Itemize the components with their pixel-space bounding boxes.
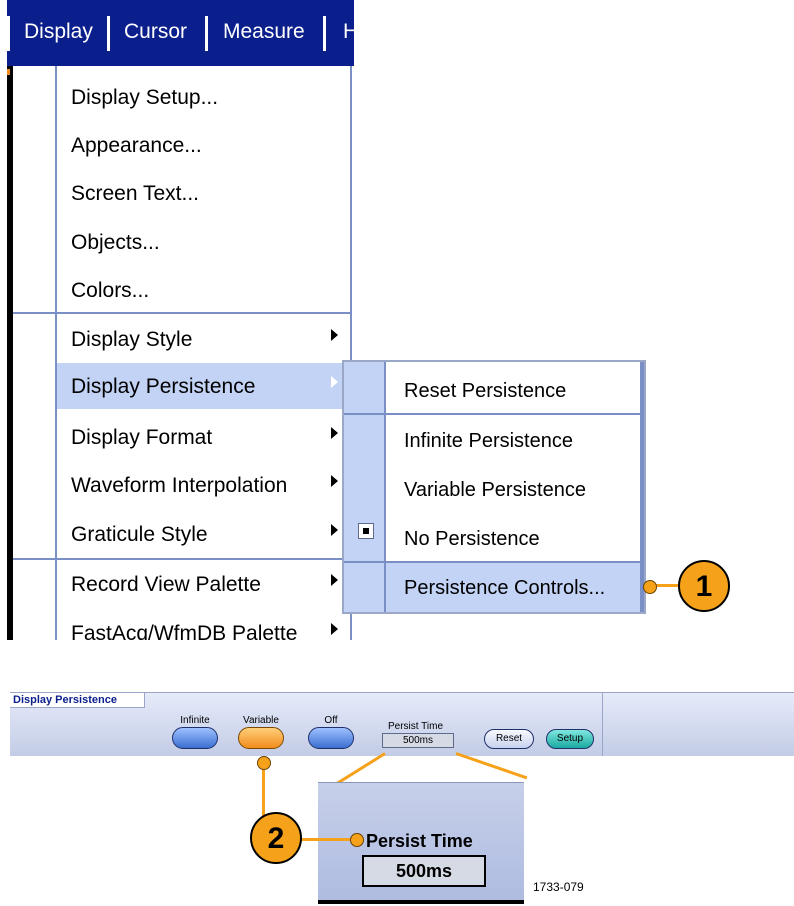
submenu-item-reset-persistence[interactable]: Reset Persistence xyxy=(344,366,644,415)
persistence-submenu: Reset Persistence Infinite Persistence V… xyxy=(342,360,646,614)
menu-item-appearance[interactable]: Appearance... xyxy=(57,122,350,168)
menu-item-display-format[interactable]: Display Format xyxy=(57,414,350,460)
menu-item-display-setup[interactable]: Display Setup... xyxy=(57,74,350,120)
menu-item-label: Display Setup... xyxy=(71,86,219,109)
reset-button[interactable]: Reset xyxy=(484,729,534,749)
submenu-arrow-icon xyxy=(331,329,338,341)
submenu-item-label: Infinite Persistence xyxy=(404,430,573,452)
variable-label: Variable xyxy=(243,715,279,726)
figure-number: 1733-079 xyxy=(533,880,584,894)
menu-bar: Display Cursor Measure H xyxy=(7,0,354,66)
callout-leader xyxy=(300,838,356,841)
menu-item-objects[interactable]: Objects... xyxy=(57,219,350,265)
off-button[interactable] xyxy=(308,727,354,749)
callout-dot xyxy=(257,756,271,770)
persist-time-label: Persist Time xyxy=(388,721,444,732)
checked-square-icon xyxy=(358,523,374,539)
submenu-item-infinite-persistence[interactable]: Infinite Persistence xyxy=(344,416,644,465)
menu-item-fastacq-palette[interactable]: FastAcq/WfmDB Palette xyxy=(57,610,350,640)
menu-item-display-persistence[interactable]: Display Persistence xyxy=(57,363,350,409)
window-edge-marker xyxy=(7,69,10,75)
menu-item-label: Display Style xyxy=(71,328,193,351)
menu-divider xyxy=(13,558,350,560)
display-menu: Display Setup... Appearance... Screen Te… xyxy=(13,66,352,640)
menu-item-label: Record View Palette xyxy=(71,573,261,596)
submenu-item-label: Persistence Controls... xyxy=(404,577,606,599)
submenu-arrow-icon xyxy=(331,623,338,635)
menu-item-label: FastAcq/WfmDB Palette xyxy=(71,622,298,640)
zoom-line-right xyxy=(455,752,528,780)
panel-divider xyxy=(602,693,603,756)
submenu-arrow-icon xyxy=(331,427,338,439)
submenu-divider xyxy=(344,413,644,415)
menu-item-display-style[interactable]: Display Style xyxy=(57,316,350,362)
menu-cursor[interactable]: Cursor xyxy=(124,20,187,44)
panel-title-tab: Display Persistence xyxy=(10,693,145,708)
callout-2-badge: 2 xyxy=(250,812,302,864)
inset-persist-time-label: Persist Time xyxy=(366,831,473,851)
submenu-border xyxy=(640,362,644,612)
inset-border xyxy=(318,900,524,904)
submenu-arrow-icon xyxy=(331,475,338,487)
menu-separator xyxy=(107,16,110,51)
menu-item-waveform-interpolation[interactable]: Waveform Interpolation xyxy=(57,462,350,508)
off-label: Off xyxy=(324,715,338,726)
callout-dot xyxy=(350,833,364,847)
infinite-label: Infinite xyxy=(180,715,210,726)
submenu-item-variable-persistence[interactable]: Variable Persistence xyxy=(344,465,644,514)
submenu-item-label: Reset Persistence xyxy=(404,380,567,402)
menu-item-graticule-style[interactable]: Graticule Style xyxy=(57,511,350,557)
display-persistence-panel: Display Persistence Infinite Variable Of… xyxy=(10,692,794,756)
menu-item-label: Graticule Style xyxy=(71,523,208,546)
submenu-arrow-icon xyxy=(331,524,338,536)
menu-item-label: Screen Text... xyxy=(71,182,200,205)
submenu-arrow-icon xyxy=(331,574,338,586)
menu-separator xyxy=(205,16,208,51)
persist-time-field[interactable]: 500ms xyxy=(382,733,454,748)
panel-title: Display Persistence xyxy=(13,694,117,706)
setup-button[interactable]: Setup xyxy=(546,729,594,749)
menu-item-record-view-palette[interactable]: Record View Palette xyxy=(57,561,350,607)
submenu-item-label: No Persistence xyxy=(404,528,540,550)
menu-separator xyxy=(7,16,10,51)
menu-item-label: Colors... xyxy=(71,279,150,302)
submenu-item-label: Variable Persistence xyxy=(404,479,586,501)
menu-item-label: Display Persistence xyxy=(71,375,256,398)
submenu-item-no-persistence[interactable]: No Persistence xyxy=(344,514,644,563)
submenu-gutter-line xyxy=(384,362,386,612)
callout-dot xyxy=(643,580,657,594)
persist-time-inset: Persist Time 500ms xyxy=(318,782,524,903)
inset-persist-time-field: 500ms xyxy=(362,855,486,887)
menu-display[interactable]: Display xyxy=(24,20,93,44)
menu-item-label: Appearance... xyxy=(71,134,202,157)
infinite-button[interactable] xyxy=(172,727,218,749)
menu-item-label: Waveform Interpolation xyxy=(71,474,288,497)
menu-measure[interactable]: Measure xyxy=(223,20,305,44)
callout-1-badge: 1 xyxy=(678,560,730,612)
menu-item-label: Display Format xyxy=(71,426,213,449)
variable-button[interactable] xyxy=(238,727,284,749)
menu-item-label: Objects... xyxy=(71,231,160,254)
menu-item-colors[interactable]: Colors... xyxy=(57,267,350,313)
menu-divider xyxy=(13,312,350,314)
menu-item-screen-text[interactable]: Screen Text... xyxy=(57,170,350,216)
submenu-arrow-icon xyxy=(331,376,338,388)
submenu-item-persistence-controls[interactable]: Persistence Controls... xyxy=(344,563,644,612)
menu-separator xyxy=(323,16,326,51)
menu-next-truncated[interactable]: H xyxy=(343,20,354,44)
